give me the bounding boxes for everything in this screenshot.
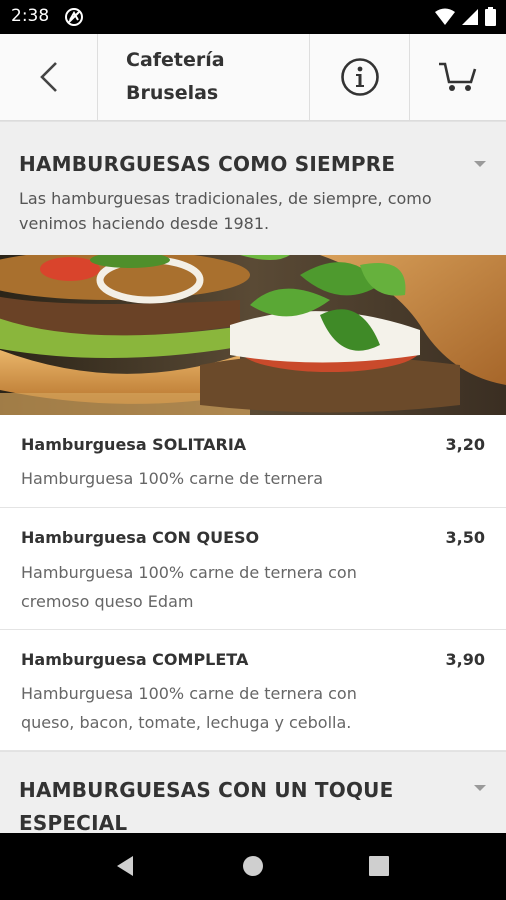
cart-button[interactable] [410, 34, 506, 120]
signal-icon [461, 8, 479, 30]
section-title-line: ESPECIAL [19, 811, 128, 833]
status-bar: 2:38 [0, 0, 506, 34]
menu-content[interactable]: HAMBURGUESAS COMO SIEMPRE Las hamburgues… [0, 121, 506, 833]
section-title: HAMBURGUESAS COMO SIEMPRE [19, 152, 396, 176]
section-header[interactable]: HAMBURGUESAS COMO SIEMPRE Las hamburgues… [0, 121, 506, 255]
section-description-line: venimos haciendo desde 1981. [19, 214, 270, 233]
chevron-left-icon [39, 62, 57, 92]
navigation-bar [0, 833, 506, 900]
item-description-line: Hamburguesa 100% carne de ternera [21, 469, 324, 488]
item-name: Hamburguesa SOLITARIA [21, 435, 247, 454]
status-time: 2:38 [11, 6, 50, 26]
expand-chevron-icon[interactable] [474, 785, 486, 791]
item-description-line: Hamburguesa 100% carne de ternera con [21, 563, 357, 582]
section-title-line: HAMBURGUESAS CON UN TOQUE [19, 778, 394, 802]
item-description-line: cremoso queso Edam [21, 592, 194, 611]
item-price: 3,20 [445, 435, 485, 454]
app-bar: Cafetería Bruselas [0, 34, 506, 121]
expand-chevron-icon[interactable] [474, 161, 486, 167]
section-description-line: Las hamburguesas tradicionales, de siemp… [19, 189, 432, 208]
title-line-2: Bruselas [126, 82, 219, 104]
item-price: 3,90 [445, 650, 485, 669]
notification-icon [64, 7, 84, 31]
menu-item[interactable]: Hamburguesa COMPLETA 3,90 Hamburguesa 10… [0, 630, 506, 751]
title-line-1: Cafetería [126, 49, 225, 71]
burger-photo [0, 255, 506, 415]
info-button[interactable] [310, 34, 410, 120]
battery-icon [485, 7, 496, 30]
nav-recents-icon[interactable] [369, 856, 389, 876]
back-button[interactable] [0, 34, 98, 120]
item-description-line: Hamburguesa 100% carne de ternera con [21, 684, 357, 703]
nav-back-icon[interactable] [115, 855, 135, 877]
cart-icon [439, 62, 477, 91]
section-header[interactable]: HAMBURGUESAS CON UN TOQUE ESPECIAL [0, 751, 506, 833]
nav-home-icon[interactable] [242, 855, 264, 877]
item-price: 3,50 [445, 528, 485, 547]
menu-item[interactable]: Hamburguesa CON QUESO 3,50 Hamburguesa 1… [0, 508, 506, 630]
info-icon [340, 58, 379, 96]
item-name: Hamburguesa CON QUESO [21, 528, 260, 547]
restaurant-title: Cafetería Bruselas [98, 34, 310, 120]
item-name: Hamburguesa COMPLETA [21, 650, 249, 669]
item-description-line: queso, bacon, tomate, lechuga y cebolla. [21, 713, 352, 732]
wifi-icon [435, 8, 455, 30]
menu-item[interactable]: Hamburguesa SOLITARIA 3,20 Hamburguesa 1… [0, 415, 506, 508]
